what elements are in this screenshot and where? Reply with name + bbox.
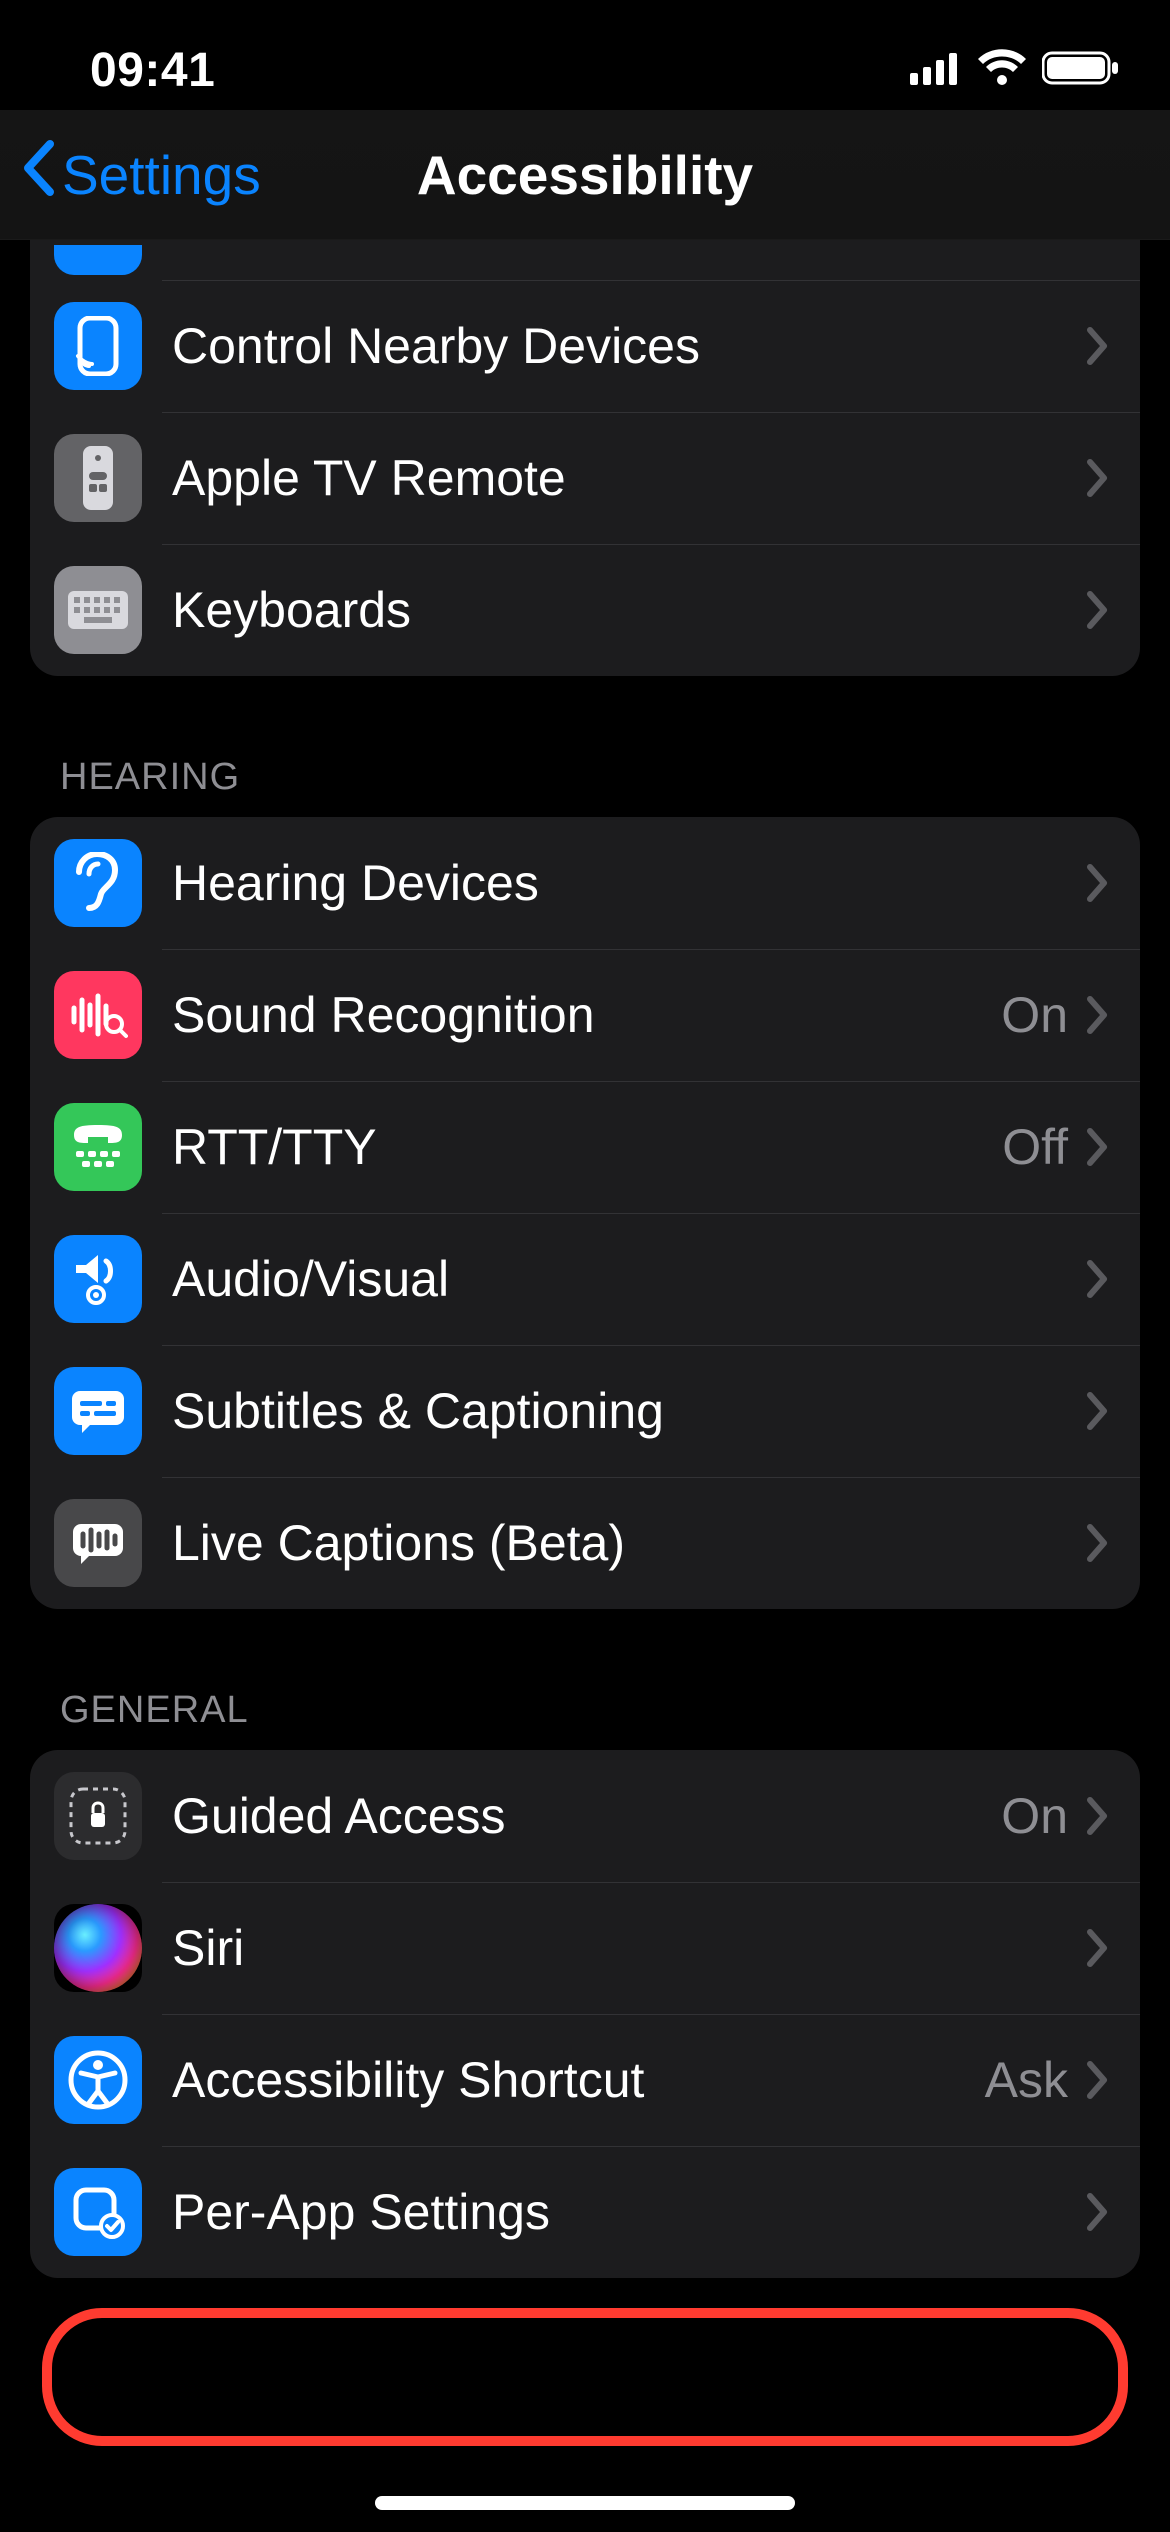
rtt-tty-icon [54,1103,142,1191]
live-captions-icon [54,1499,142,1587]
chevron-right-icon [1086,1127,1110,1167]
apple-tv-remote-icon [54,434,142,522]
settings-group-hearing: Hearing Devices Sound Recognition On RTT… [30,817,1140,1609]
siri-icon [54,1904,142,1992]
row-label: Guided Access [172,1787,1001,1845]
accessibility-icon [54,2036,142,2124]
row-label: Accessibility Shortcut [172,2051,985,2109]
settings-row-control-nearby[interactable]: Control Nearby Devices [30,280,1140,412]
status-time: 09:41 [90,43,215,98]
section-header-hearing: HEARING [30,676,1140,817]
row-value: Off [1002,1118,1068,1176]
status-bar: 09:41 [0,0,1170,110]
subtitles-icon [54,1367,142,1455]
row-label: Apple TV Remote [172,449,1086,507]
chevron-right-icon [1086,1523,1110,1563]
row-label: Sound Recognition [172,986,1001,1044]
content: Control Nearby Devices Apple TV Remote K… [0,240,1170,2278]
chevron-right-icon [1086,2060,1110,2100]
settings-row-per-app-settings[interactable]: Per-App Settings [30,2146,1140,2278]
settings-row-guided-access[interactable]: Guided Access On [30,1750,1140,1882]
switch-control-icon [54,245,142,275]
row-value: Ask [985,2051,1068,2109]
settings-row-subtitles[interactable]: Subtitles & Captioning [30,1345,1140,1477]
per-app-settings-icon [54,2168,142,2256]
row-label: Control Nearby Devices [172,317,1086,375]
chevron-right-icon [1086,1391,1110,1431]
chevron-right-icon [1086,2192,1110,2232]
row-value: On [1001,986,1068,1044]
row-label: Subtitles & Captioning [172,1382,1086,1440]
navigation-bar: Settings Accessibility [0,110,1170,240]
cellular-icon [910,51,962,90]
chevron-right-icon [1086,458,1110,498]
settings-row-audio-visual[interactable]: Audio/Visual [30,1213,1140,1345]
row-label: Keyboards [172,581,1086,639]
ear-icon [54,839,142,927]
back-button[interactable]: Settings [0,140,261,209]
home-indicator[interactable] [375,2496,795,2510]
chevron-left-icon [20,140,56,209]
chevron-right-icon [1086,863,1110,903]
settings-row-live-captions[interactable]: Live Captions (Beta) [30,1477,1140,1609]
row-label: Audio/Visual [172,1250,1086,1308]
guided-access-icon [54,1772,142,1860]
row-label: Live Captions (Beta) [172,1514,1086,1572]
settings-row-siri[interactable]: Siri [30,1882,1140,2014]
chevron-right-icon [1086,1259,1110,1299]
settings-group-physical: Control Nearby Devices Apple TV Remote K… [30,240,1140,676]
settings-row-partial[interactable] [30,240,1140,280]
row-label: RTT/TTY [172,1118,1002,1176]
back-label: Settings [62,143,261,207]
settings-row-keyboards[interactable]: Keyboards [30,544,1140,676]
settings-group-general: Guided Access On Siri Accessibility Shor… [30,1750,1140,2278]
highlight-annotation [42,2308,1128,2446]
settings-row-sound-recognition[interactable]: Sound Recognition On [30,949,1140,1081]
control-nearby-icon [54,302,142,390]
section-header-general: GENERAL [30,1609,1140,1750]
chevron-right-icon [1086,326,1110,366]
chevron-right-icon [1086,1928,1110,1968]
row-value: On [1001,1787,1068,1845]
sound-recognition-icon [54,971,142,1059]
screen: 09:41 Settings Accessibility [0,0,1170,2532]
wifi-icon [976,49,1028,92]
chevron-right-icon [1086,1796,1110,1836]
chevron-right-icon [1086,995,1110,1035]
settings-row-hearing-devices[interactable]: Hearing Devices [30,817,1140,949]
settings-row-apple-tv-remote[interactable]: Apple TV Remote [30,412,1140,544]
row-label: Hearing Devices [172,854,1086,912]
chevron-right-icon [1086,590,1110,630]
settings-row-rtt-tty[interactable]: RTT/TTY Off [30,1081,1140,1213]
settings-row-accessibility-shortcut[interactable]: Accessibility Shortcut Ask [30,2014,1140,2146]
status-indicators [910,49,1120,92]
keyboard-icon [54,566,142,654]
row-label: Siri [172,1919,1086,1977]
battery-icon [1042,50,1120,91]
audio-visual-icon [54,1235,142,1323]
row-label: Per-App Settings [172,2183,1086,2241]
